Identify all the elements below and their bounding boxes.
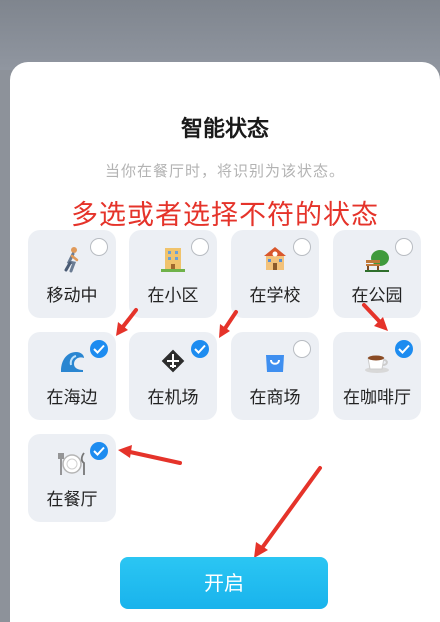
checked-icon[interactable] bbox=[395, 340, 413, 358]
state-label: 在小区 bbox=[147, 286, 199, 306]
school-icon bbox=[264, 247, 286, 270]
state-label: 在餐厅 bbox=[46, 490, 98, 510]
checked-icon[interactable] bbox=[191, 340, 209, 358]
state-card-moving[interactable]: 移动中 bbox=[28, 230, 116, 318]
annotation-text: 多选或者选择不符的状态 bbox=[71, 200, 379, 231]
state-label: 在机场 bbox=[147, 388, 199, 408]
state-label: 在学校 bbox=[249, 286, 301, 306]
dialog-title: 智能状态 bbox=[180, 117, 269, 142]
unchecked-icon[interactable] bbox=[293, 340, 311, 358]
state-card-cafe[interactable]: 在咖啡厅 bbox=[333, 332, 421, 420]
state-label: 移动中 bbox=[46, 286, 98, 306]
state-card-park[interactable]: 在公园 bbox=[333, 230, 421, 318]
park-icon bbox=[365, 250, 389, 272]
state-label: 在公园 bbox=[351, 286, 403, 306]
state-card-seaside[interactable]: 在海边 bbox=[28, 332, 116, 420]
dining-plate-icon bbox=[58, 452, 85, 475]
state-card-airport[interactable]: 在机场 bbox=[129, 332, 217, 420]
unchecked-icon[interactable] bbox=[90, 238, 108, 256]
dialog-subtitle: 当你在餐厅时，将识别为该状态。 bbox=[104, 162, 345, 180]
unchecked-icon[interactable] bbox=[191, 238, 209, 256]
coffee-cup-icon bbox=[365, 355, 389, 373]
unchecked-icon[interactable] bbox=[395, 238, 413, 256]
state-card-school[interactable]: 在学校 bbox=[231, 230, 319, 318]
airport-icon bbox=[161, 349, 185, 373]
state-card-mall[interactable]: 在商场 bbox=[231, 332, 319, 420]
unchecked-icon[interactable] bbox=[293, 238, 311, 256]
checked-icon[interactable] bbox=[90, 442, 108, 460]
residential-building-icon bbox=[161, 248, 185, 272]
wave-icon bbox=[61, 352, 84, 372]
state-label: 在海边 bbox=[46, 388, 98, 408]
shopping-bag-icon bbox=[266, 355, 284, 372]
state-card-restaurant[interactable]: 在餐厅 bbox=[28, 434, 116, 522]
state-label: 在咖啡厅 bbox=[343, 388, 411, 408]
state-label: 在商场 bbox=[249, 388, 301, 408]
checked-icon[interactable] bbox=[90, 340, 108, 358]
walking-person-icon bbox=[64, 247, 79, 273]
dimmed-background bbox=[0, 0, 440, 70]
state-card-residential[interactable]: 在小区 bbox=[129, 230, 217, 318]
start-button[interactable]: 开启 bbox=[120, 557, 328, 609]
